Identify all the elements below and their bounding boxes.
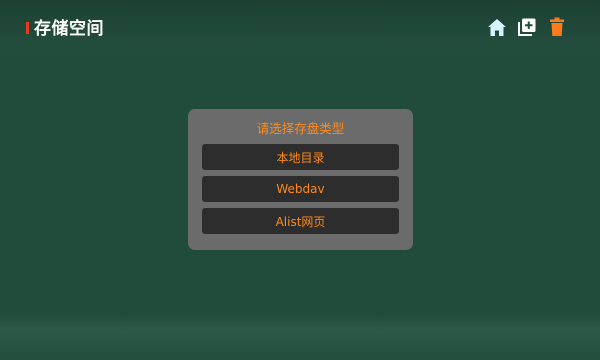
option-webdav[interactable]: Webdav xyxy=(202,176,399,202)
add-storage-button[interactable] xyxy=(516,16,538,38)
option-local-directory[interactable]: 本地目录 xyxy=(202,144,399,170)
dialog-title: 请选择存盘类型 xyxy=(256,121,345,136)
trash-icon xyxy=(550,17,564,36)
toolbar xyxy=(486,16,568,38)
page-title: 存储空间 xyxy=(34,19,104,39)
title-accent-bar xyxy=(26,22,29,34)
storage-type-dialog: 请选择存盘类型 本地目录 Webdav Alist网页 xyxy=(188,109,413,250)
home-button[interactable] xyxy=(486,16,508,38)
bottom-gradient xyxy=(0,314,600,360)
app-header: 存储空间 xyxy=(0,0,600,52)
home-icon xyxy=(488,18,506,36)
delete-button[interactable] xyxy=(546,16,568,38)
option-alist-webpage[interactable]: Alist网页 xyxy=(202,208,399,234)
add-icon xyxy=(518,18,536,36)
title-group: 存储空间 xyxy=(26,14,104,39)
